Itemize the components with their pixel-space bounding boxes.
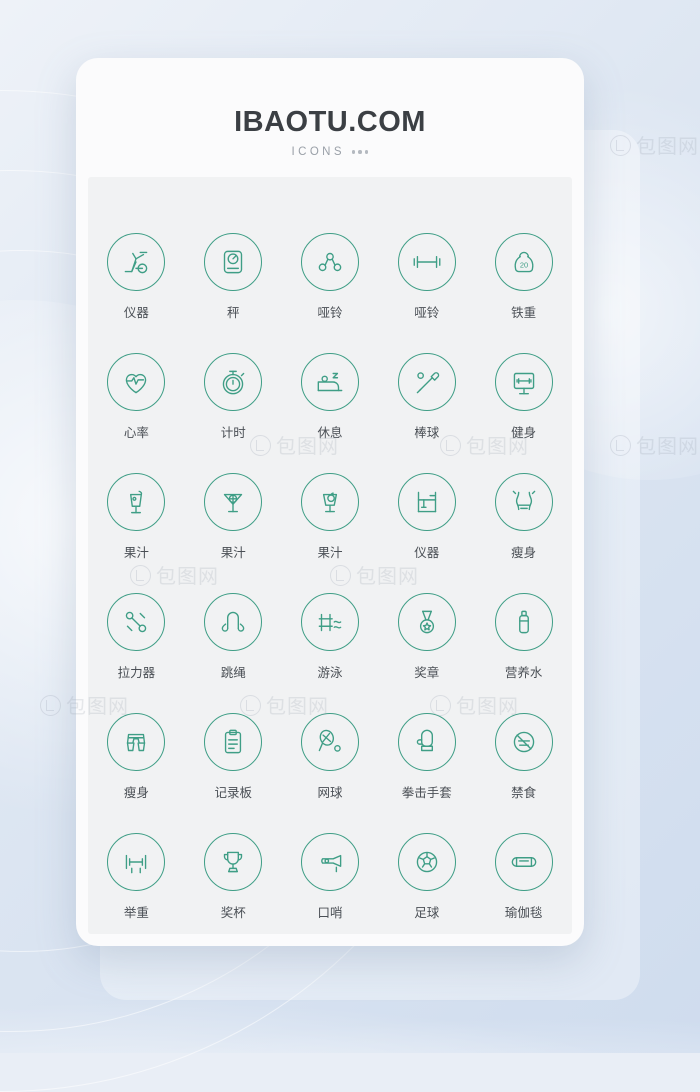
rest-bed-icon[interactable] — [300, 353, 359, 411]
icon-label: 休息 — [317, 426, 343, 440]
icon-cell[interactable]: 游泳 — [282, 593, 379, 681]
icon-set-card: IBAOTU.COM ICONS 仪器 秤 哑铃 哑铃 20 铁重心率 计时 休息 棒球 健身果汁… — [76, 58, 584, 946]
icon-label: 拉力器 — [117, 666, 156, 680]
icon-cell[interactable]: 奖杯 — [185, 833, 282, 921]
no-fast-food-icon[interactable] — [494, 713, 553, 771]
subtitle-row: ICONS — [76, 146, 584, 158]
icon-label: 足球 — [414, 906, 440, 920]
icon-label: 网球 — [317, 786, 343, 800]
icon-label: 计时 — [220, 426, 246, 440]
icon-cell[interactable]: 20 铁重 — [475, 233, 572, 321]
icon-label: 哑铃 — [317, 306, 343, 320]
icon-cell[interactable]: 果汁 — [282, 473, 379, 561]
icon-cell[interactable]: 瘦身 — [475, 473, 572, 561]
icon-label: 记录板 — [214, 786, 252, 800]
shorts-icon[interactable] — [107, 713, 166, 771]
icon-cell[interactable]: 休息 — [282, 353, 379, 441]
icon-label: 心率 — [123, 426, 149, 440]
icon-cell[interactable]: 营养水 — [475, 593, 572, 681]
cocktail-glass-icon[interactable] — [204, 473, 263, 531]
icon-label: 奖章 — [414, 666, 440, 680]
icon-cell[interactable]: 计时 — [185, 353, 282, 441]
whistle-icon[interactable] — [300, 833, 359, 891]
trophy-icon[interactable] — [204, 833, 263, 891]
icon-cell[interactable]: 网球 — [282, 713, 379, 801]
stopwatch-icon[interactable] — [204, 353, 263, 411]
apple-juice-glass-icon[interactable] — [300, 473, 359, 531]
gym-machine-icon[interactable] — [397, 473, 456, 531]
icon-cell[interactable]: 拳击手套 — [378, 713, 475, 801]
icon-label: 健身 — [511, 426, 537, 440]
icon-cell[interactable]: 秤 — [185, 233, 282, 321]
slim-waist-icon[interactable] — [494, 473, 553, 531]
icon-label: 举重 — [123, 906, 149, 920]
icon-label: 奖杯 — [220, 906, 246, 920]
subtitle: ICONS — [291, 146, 345, 158]
icon-label: 瑜伽毯 — [504, 906, 543, 920]
icon-label: 仪器 — [123, 306, 149, 320]
icon-label: 瘦身 — [511, 546, 537, 560]
tennis-racket-icon[interactable] — [300, 713, 359, 771]
icon-label: 秤 — [226, 306, 240, 320]
boxing-glove-icon[interactable] — [397, 713, 456, 771]
icon-cell[interactable]: 禁食 — [475, 713, 572, 801]
icon-label: 禁食 — [511, 786, 537, 800]
icon-cell[interactable]: 心率 — [88, 353, 185, 441]
icon-label: 棒球 — [414, 426, 440, 440]
icon-cell[interactable]: 棒球 — [378, 353, 475, 441]
icon-cell[interactable]: 奖章 — [378, 593, 475, 681]
icon-cell[interactable]: 拉力器 — [88, 593, 185, 681]
icon-cell[interactable]: 哑铃 — [282, 233, 379, 321]
icon-label: 果汁 — [317, 546, 343, 560]
icon-label: 瘦身 — [123, 786, 149, 800]
weightlifting-icon[interactable] — [107, 833, 166, 891]
icon-cell[interactable]: 跳绳 — [185, 593, 282, 681]
icon-label: 游泳 — [317, 666, 343, 680]
exercise-bike-icon[interactable] — [107, 233, 166, 291]
heart-rate-icon[interactable] — [107, 353, 166, 411]
icon-label: 口哨 — [317, 906, 343, 920]
weight-scale-icon[interactable] — [204, 233, 263, 291]
juice-glass-icon[interactable] — [107, 473, 166, 531]
clipboard-icon[interactable] — [204, 713, 263, 771]
icon-grid-panel: 仪器秤哑铃 哑铃 20 铁重 心率 计时 休息 棒球 健身 果汁 果汁 果汁 仪器 瘦身 拉力器 跳绳 游泳 奖章… — [88, 177, 572, 934]
soccer-ball-icon[interactable] — [397, 833, 456, 891]
icon-cell[interactable]: 足球 — [378, 833, 475, 921]
icon-cell[interactable]: 口哨 — [282, 833, 379, 921]
icon-grid: 仪器秤哑铃 哑铃 20 铁重 心率 计时 休息 棒球 健身 果汁 果汁 果汁 仪器 瘦身 拉力器 跳绳 游泳 奖章… — [88, 177, 572, 921]
page-title: IBAOTU.COM — [234, 106, 426, 138]
water-bottle-icon[interactable] — [494, 593, 553, 651]
icon-cell[interactable]: 举重 — [88, 833, 185, 921]
icon-label: 铁重 — [511, 306, 537, 320]
svg-text:20: 20 — [519, 260, 527, 269]
icon-cell[interactable]: 健身 — [475, 353, 572, 441]
icon-cell[interactable]: 哑铃 — [378, 233, 475, 321]
gym-sign-icon[interactable] — [494, 353, 553, 411]
kettlebell-icon[interactable]: 20 — [494, 233, 553, 291]
card-header: IBAOTU.COM ICONS — [76, 58, 584, 170]
icon-label: 营养水 — [504, 666, 543, 680]
barbell-icon[interactable] — [397, 233, 456, 291]
dumbbell-icon[interactable] — [300, 233, 359, 291]
icon-label: 果汁 — [220, 546, 246, 560]
icon-cell[interactable]: 果汁 — [88, 473, 185, 561]
icon-cell[interactable]: 瘦身 — [88, 713, 185, 801]
yoga-mat-icon[interactable] — [494, 833, 553, 891]
icon-cell[interactable]: 仪器 — [88, 233, 185, 321]
icon-label: 果汁 — [123, 546, 149, 560]
swimming-pool-icon[interactable] — [300, 593, 359, 651]
icon-label: 仪器 — [414, 546, 440, 560]
icon-cell[interactable]: 记录板 — [185, 713, 282, 801]
icon-cell[interactable]: 瑜伽毯 — [475, 833, 572, 921]
medal-icon[interactable] — [397, 593, 456, 651]
icon-label: 跳绳 — [220, 666, 246, 680]
jump-rope-icon[interactable] — [204, 593, 263, 651]
ellipsis-dots-icon — [351, 150, 369, 154]
icon-label: 哑铃 — [414, 306, 440, 320]
baseball-bat-icon[interactable] — [397, 353, 456, 411]
icon-label: 拳击手套 — [401, 786, 452, 800]
icon-cell[interactable]: 果汁 — [185, 473, 282, 561]
resistance-band-icon[interactable] — [107, 593, 166, 651]
icon-cell[interactable]: 仪器 — [378, 473, 475, 561]
